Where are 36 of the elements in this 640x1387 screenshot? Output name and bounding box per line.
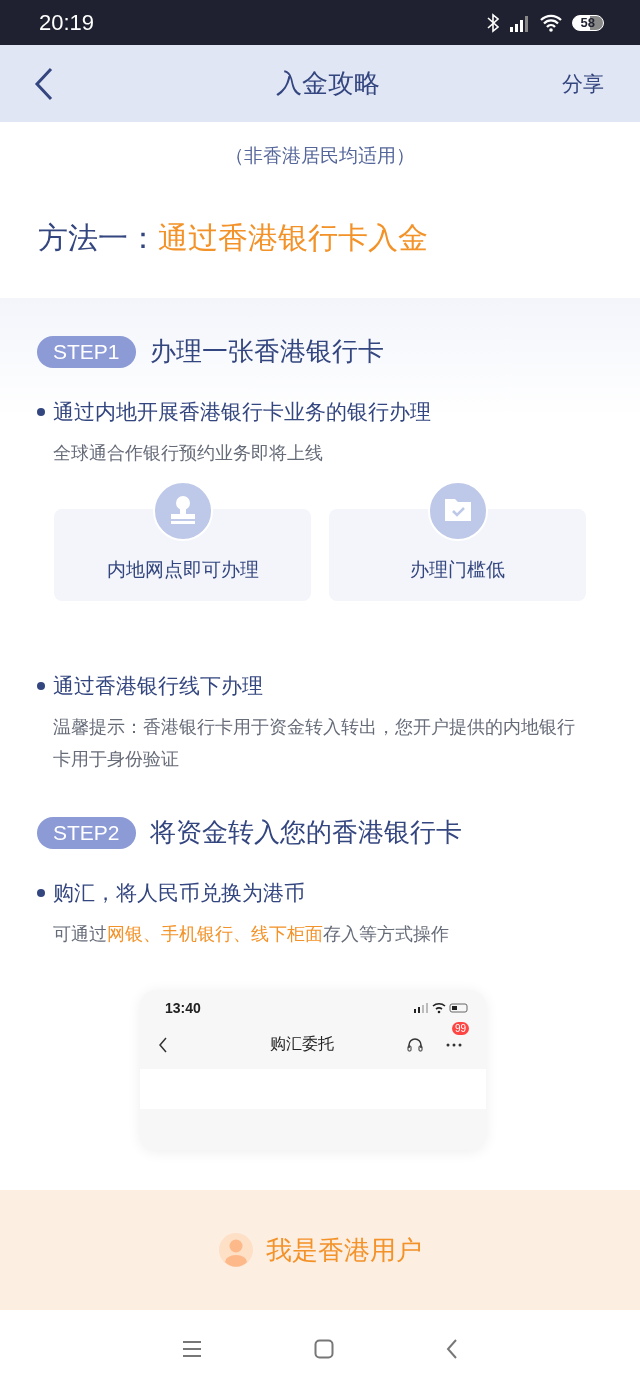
step-title: 将资金转入您的香港银行卡 [149, 816, 462, 849]
method-title: 通过香港银行卡入金 [158, 220, 428, 255]
bullet-dot [37, 889, 45, 897]
page-title: 入金攻略 [275, 67, 381, 100]
feature-label: 办理门槛低 [410, 557, 505, 582]
bullet-title: 通过香港银行线下办理 [53, 673, 263, 700]
bullet-note: 全球通合作银行预约业务即将上线 [53, 441, 324, 465]
bullet-note: 温馨提示：香港银行卡用于资金转入转出，您开户提供的内地银行卡用于身份验证 [53, 715, 576, 771]
method-label: 方法一： [38, 220, 158, 255]
step-badge: STEP2 [37, 816, 136, 849]
mockup-time: 13:40 [165, 1000, 201, 1016]
battery-indicator: 58 [571, 14, 604, 31]
bluetooth-icon [486, 12, 499, 33]
share-button[interactable]: 分享 [562, 69, 604, 98]
home-icon[interactable] [314, 1338, 334, 1359]
mockup-status-icons [414, 1002, 470, 1014]
status-time: 20:19 [39, 9, 95, 36]
subtitle: （非香港居民均适用） [224, 143, 416, 168]
bullet-title: 购汇，将人民币兑换为港币 [53, 880, 305, 907]
feature-label: 内地网点即可办理 [106, 557, 259, 582]
step-badge: STEP1 [37, 335, 136, 368]
back-icon[interactable] [446, 1338, 458, 1359]
back-icon[interactable] [34, 66, 54, 101]
bullet-note: 可通过网银、手机银行、线下柜面存入等方式操作 [53, 922, 450, 946]
menu-icon[interactable] [182, 1339, 202, 1358]
wifi-icon [538, 13, 563, 32]
mockup-back-icon [158, 1036, 168, 1053]
bullet-dot [37, 682, 45, 690]
user-avatar-icon [218, 1232, 254, 1268]
bullet-title: 通过内地开展香港银行卡业务的银行办理 [53, 399, 431, 426]
more-icon [446, 1042, 462, 1047]
notification-badge: 99 [452, 1021, 470, 1035]
bullet-dot [37, 408, 45, 416]
headset-icon [406, 1035, 424, 1054]
step-title: 办理一张香港银行卡 [149, 335, 384, 368]
mockup-title: 购汇委托 [269, 1034, 335, 1055]
